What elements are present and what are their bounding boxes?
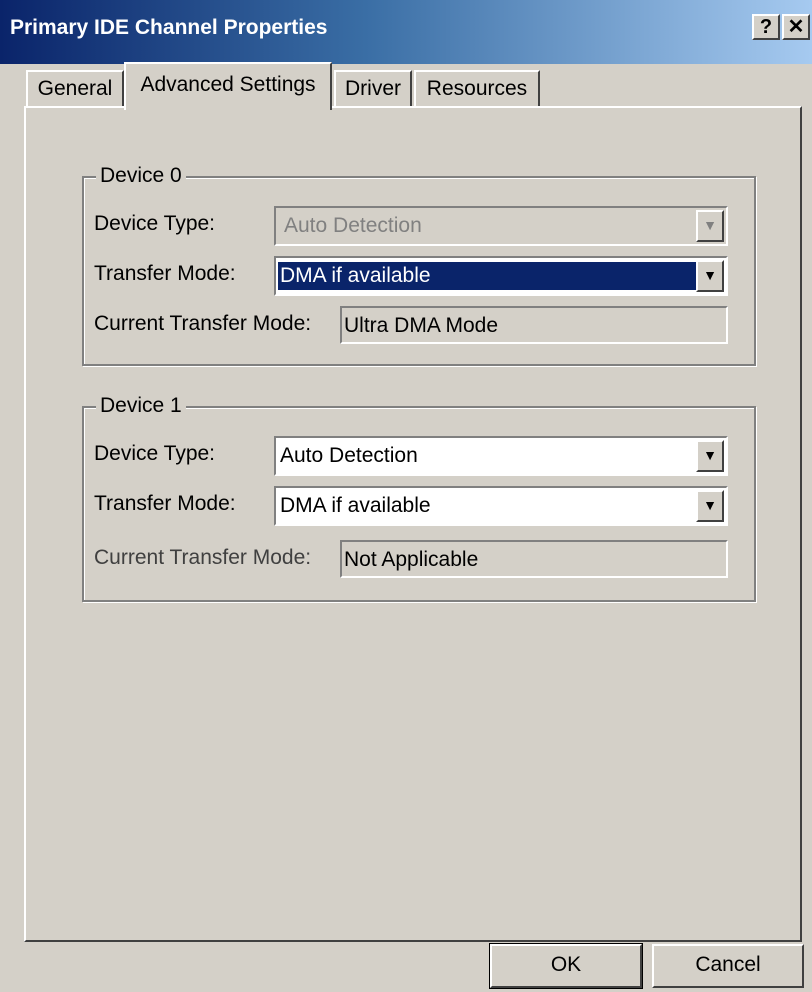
device-0-type-label: Device Type:: [94, 212, 216, 235]
device-1-transfer-mode-label: Transfer Mode:: [94, 492, 236, 515]
tab-general[interactable]: General: [26, 70, 124, 106]
tab-resources[interactable]: Resources: [414, 70, 540, 106]
device-1-type-select[interactable]: Auto Detection ▼: [274, 436, 728, 476]
tab-advanced-settings[interactable]: Advanced Settings: [124, 62, 332, 110]
help-button[interactable]: ?: [752, 14, 780, 40]
device-0-type-value: Auto Detection: [284, 214, 422, 237]
device-0-transfer-mode-value: DMA if available: [278, 262, 696, 290]
device-0-current-mode-field: Ultra DMA Mode: [340, 306, 728, 344]
device-0-transfer-mode-select[interactable]: DMA if available ▼: [274, 256, 728, 296]
close-button[interactable]: ✕: [782, 14, 810, 40]
window-title: Primary IDE Channel Properties: [10, 16, 328, 39]
tab-driver[interactable]: Driver: [334, 70, 412, 106]
dialog-window: Primary IDE Channel Properties ? ✕ Gener…: [0, 0, 812, 992]
chevron-down-icon: ▼: [696, 210, 724, 242]
device-0-current-mode-value: Ultra DMA Mode: [344, 314, 499, 337]
chevron-down-icon[interactable]: ▼: [696, 260, 724, 292]
title-bar[interactable]: Primary IDE Channel Properties ? ✕: [0, 0, 812, 64]
device-0-legend: Device 0: [96, 164, 186, 188]
cancel-button[interactable]: Cancel: [652, 944, 804, 988]
device-1-type-value: Auto Detection: [280, 444, 418, 467]
device-0-type-select: Auto Detection ▼: [274, 206, 728, 246]
device-0-current-mode-label: Current Transfer Mode:: [94, 312, 312, 335]
device-0-group: Device 0 Device Type: Auto Detection ▼ T…: [82, 164, 756, 366]
device-1-group: Device 1 Device Type: Auto Detection ▼ T…: [82, 394, 756, 602]
device-1-transfer-mode-value: DMA if available: [280, 494, 431, 517]
chevron-down-icon[interactable]: ▼: [696, 490, 724, 522]
close-icon: ✕: [787, 16, 805, 38]
device-1-current-mode-field: Not Applicable: [340, 540, 728, 578]
device-1-legend: Device 1: [96, 394, 186, 418]
advanced-settings-panel: Device 0 Device Type: Auto Detection ▼ T…: [24, 106, 802, 942]
device-1-current-mode-label: Current Transfer Mode:: [94, 546, 312, 569]
help-icon: ?: [759, 16, 773, 38]
device-1-transfer-mode-select[interactable]: DMA if available ▼: [274, 486, 728, 526]
device-1-current-mode-value: Not Applicable: [344, 548, 479, 571]
ok-button[interactable]: OK: [490, 944, 642, 988]
chevron-down-icon[interactable]: ▼: [696, 440, 724, 472]
device-0-transfer-mode-label: Transfer Mode:: [94, 262, 236, 285]
device-1-type-label: Device Type:: [94, 442, 216, 465]
